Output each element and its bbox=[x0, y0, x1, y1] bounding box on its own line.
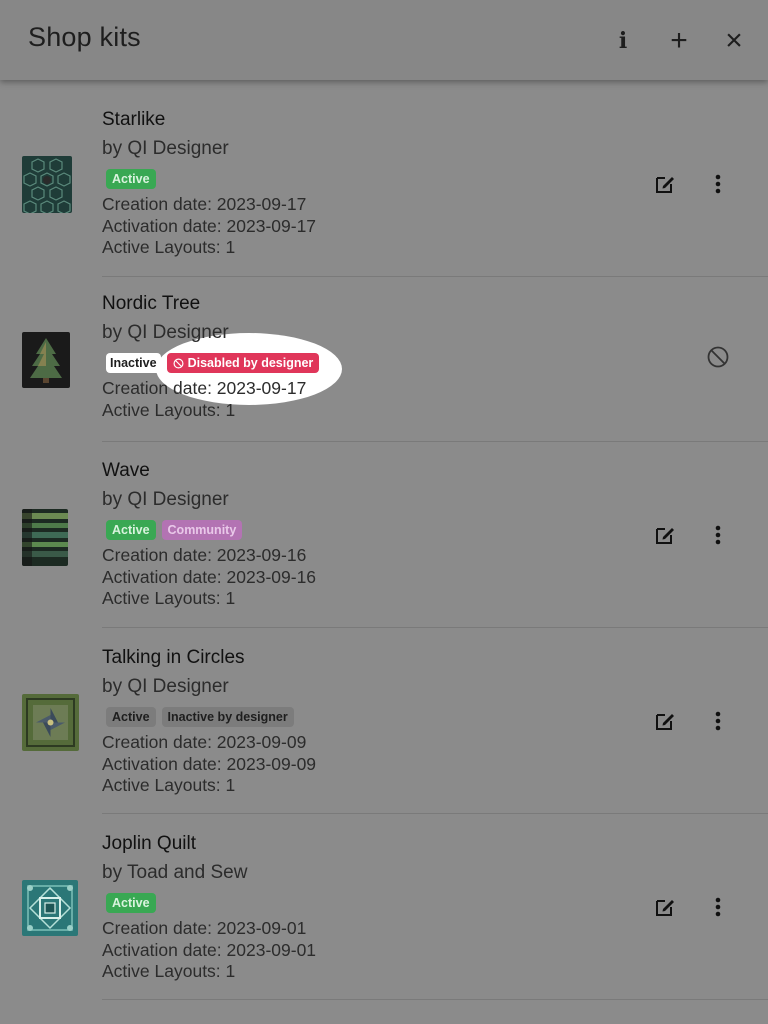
disabled-badge-label: Disabled by designer bbox=[187, 356, 314, 370]
blocked-icon bbox=[173, 358, 184, 368]
activation-date: Activation date: 2023-09-17 bbox=[102, 215, 317, 236]
active-layouts: Active Layouts: 1 bbox=[102, 775, 236, 795]
close-button[interactable]: × bbox=[718, 24, 750, 58]
creation-date: Creation date: 2023-09-17 bbox=[102, 378, 307, 398]
designer-status-badge: Inactive by designer bbox=[161, 707, 294, 727]
activation-date: Activation date: 2023-09-01 bbox=[102, 939, 317, 960]
edit-icon bbox=[656, 900, 674, 916]
badge-group: Active bbox=[106, 164, 316, 194]
more-options-button[interactable] bbox=[704, 521, 732, 549]
disabled-indicator bbox=[704, 343, 732, 371]
kit-info: Nordic Tree by QI Designer Inactive Disa… bbox=[102, 290, 320, 421]
creation-date: Creation date: 2023-09-01 bbox=[102, 918, 307, 938]
badge-group: Inactive Disabled by designer bbox=[106, 348, 320, 378]
kit-designer: by QI Designer bbox=[102, 489, 229, 510]
row-divider bbox=[102, 999, 768, 1000]
edit-button[interactable] bbox=[651, 893, 679, 921]
more-options-button[interactable] bbox=[704, 170, 732, 198]
page-title: Shop kits bbox=[28, 22, 141, 52]
kit-row[interactable]: Joplin Quilt by Toad and Sew Active Crea… bbox=[0, 814, 768, 1000]
badge-group: Active Community bbox=[106, 515, 316, 545]
status-badge-active: Active bbox=[106, 169, 156, 189]
kit-info: Talking in Circles by QI Designer Active… bbox=[102, 644, 316, 797]
kit-thumbnail bbox=[22, 880, 78, 936]
kit-row[interactable]: Starlike by QI Designer Active Creation … bbox=[0, 80, 768, 277]
blocked-icon bbox=[707, 346, 729, 368]
kit-designer: by QI Designer bbox=[102, 322, 229, 343]
more-options-button[interactable] bbox=[704, 707, 732, 735]
kit-designer: by QI Designer bbox=[102, 138, 229, 159]
row-divider bbox=[102, 441, 768, 442]
kit-thumbnail bbox=[22, 694, 79, 751]
kit-row[interactable]: Talking in Circles by QI Designer Active… bbox=[0, 628, 768, 814]
plus-icon: + bbox=[670, 24, 688, 57]
edit-button[interactable] bbox=[651, 170, 679, 198]
edit-button[interactable] bbox=[651, 521, 679, 549]
edit-icon bbox=[656, 714, 674, 730]
activation-date: Activation date: 2023-09-16 bbox=[102, 566, 317, 587]
more-vertical-icon bbox=[715, 525, 721, 545]
info-icon: i bbox=[618, 28, 628, 54]
edit-icon bbox=[656, 177, 674, 193]
kit-name: Talking in Circles bbox=[102, 647, 245, 668]
status-badge-active: Active bbox=[106, 893, 156, 913]
creation-date: Creation date: 2023-09-09 bbox=[102, 732, 307, 752]
kit-info: Starlike by QI Designer Active Creation … bbox=[102, 106, 316, 259]
community-badge: Community bbox=[161, 520, 243, 540]
active-layouts: Active Layouts: 1 bbox=[102, 237, 236, 257]
more-vertical-icon bbox=[715, 897, 721, 917]
status-badge-active: Active bbox=[106, 520, 156, 540]
kit-row[interactable]: Wave by QI Designer Active Community Cre… bbox=[0, 442, 768, 628]
kit-name: Nordic Tree bbox=[102, 293, 201, 314]
kit-info: Wave by QI Designer Active Community Cre… bbox=[102, 457, 316, 610]
active-layouts: Active Layouts: 1 bbox=[102, 588, 236, 608]
kit-row[interactable]: Nordic Tree by QI Designer Inactive Disa… bbox=[0, 277, 768, 442]
edit-button[interactable] bbox=[651, 707, 679, 735]
status-badge-disabled: Disabled by designer bbox=[166, 353, 320, 373]
kit-name: Starlike bbox=[102, 109, 166, 130]
more-vertical-icon bbox=[715, 711, 721, 731]
badge-group: Active Inactive by designer bbox=[106, 702, 316, 732]
status-badge-active: Active bbox=[106, 707, 156, 727]
active-layouts: Active Layouts: 1 bbox=[102, 961, 236, 981]
active-layouts: Active Layouts: 1 bbox=[102, 399, 236, 420]
kit-designer: by Toad and Sew bbox=[102, 862, 248, 883]
activation-date: Activation date: 2023-09-09 bbox=[102, 753, 317, 774]
kit-thumbnail bbox=[22, 509, 68, 566]
kit-designer: by QI Designer bbox=[102, 676, 229, 697]
app-header: Shop kits i + × bbox=[0, 0, 768, 80]
add-kit-button[interactable]: + bbox=[663, 24, 695, 58]
creation-date: Creation date: 2023-09-16 bbox=[102, 545, 307, 565]
edit-icon bbox=[656, 528, 674, 544]
creation-date: Creation date: 2023-09-17 bbox=[102, 194, 307, 214]
more-options-button[interactable] bbox=[704, 893, 732, 921]
badge-group: Active bbox=[106, 888, 316, 918]
more-vertical-icon bbox=[715, 174, 721, 194]
kit-info: Joplin Quilt by Toad and Sew Active Crea… bbox=[102, 830, 316, 983]
kit-thumbnail bbox=[22, 156, 72, 213]
kit-list: Starlike by QI Designer Active Creation … bbox=[0, 80, 768, 1000]
status-badge-inactive: Inactive bbox=[106, 353, 161, 373]
kit-name: Joplin Quilt bbox=[102, 833, 196, 854]
close-icon: × bbox=[725, 24, 743, 57]
info-button[interactable]: i bbox=[607, 24, 639, 58]
kit-name: Wave bbox=[102, 460, 150, 481]
kit-thumbnail bbox=[22, 332, 70, 388]
